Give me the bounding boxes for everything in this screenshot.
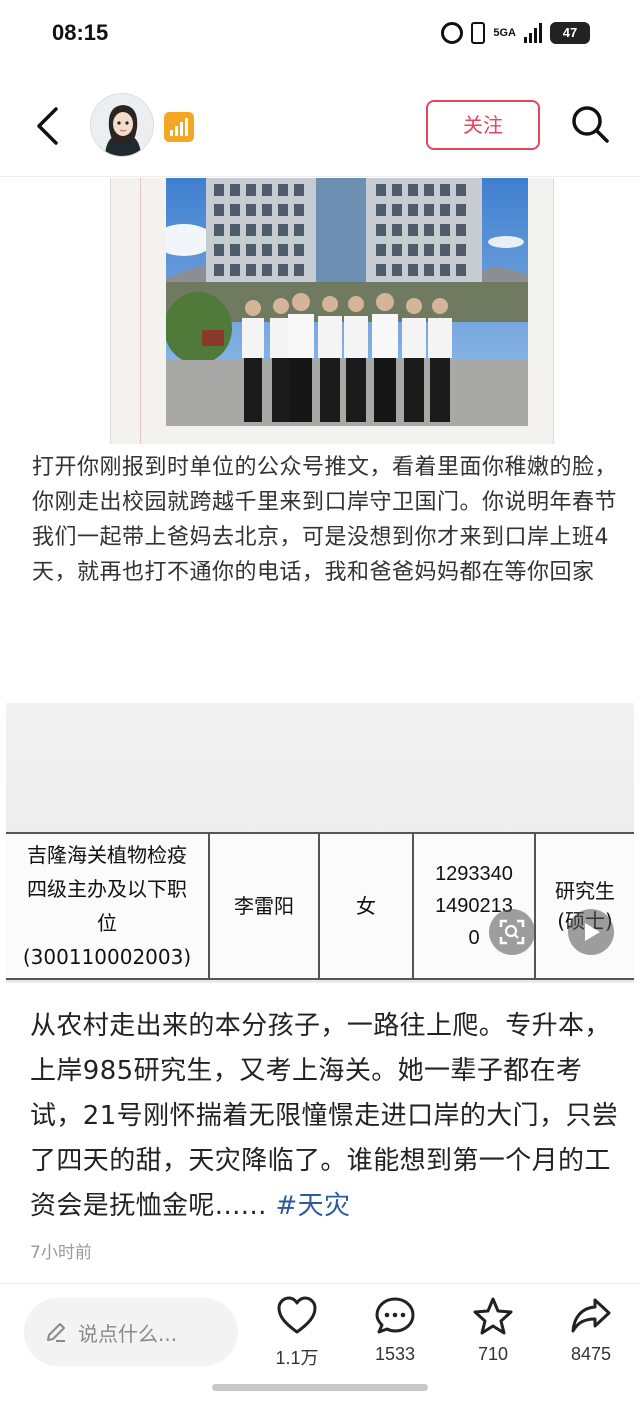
- comment-button[interactable]: 1533: [360, 1296, 430, 1365]
- status-time: 08:15: [52, 20, 109, 45]
- battery-icon: 47: [550, 22, 590, 44]
- home-indicator[interactable]: [212, 1384, 428, 1391]
- bottom-divider: [0, 1283, 640, 1284]
- education-line1: 研究生: [555, 879, 615, 903]
- position-code: (300110002003): [22, 945, 192, 969]
- table-row: 吉隆海关植物检疫 四级主办及以下职 位 (300110002003) 李雷阳 女…: [6, 832, 634, 980]
- gender-cell: 女: [320, 834, 414, 978]
- play-icon[interactable]: [568, 909, 614, 955]
- share-count: 8475: [570, 1344, 612, 1364]
- share-button[interactable]: 8475: [556, 1296, 626, 1365]
- heart-icon: [277, 1296, 317, 1334]
- post-paragraph-2: 从农村走出来的本分孩子，一路往上爬。专升本，上岸985研究生，又考上海关。她一辈…: [30, 1004, 626, 1229]
- comment-count: 1533: [374, 1344, 416, 1364]
- comment-icon: [375, 1297, 415, 1334]
- network-label: 5GA: [493, 27, 516, 39]
- favorite-count: 710: [477, 1344, 509, 1364]
- group-photo[interactable]: [166, 178, 528, 426]
- alarm-icon: [441, 22, 464, 44]
- level-badge-icon: [164, 112, 194, 142]
- status-bar: 08:15 5GA 47: [0, 0, 640, 70]
- hashtag-link[interactable]: #天灾: [275, 1191, 350, 1221]
- position-cell: 吉隆海关植物检疫 四级主办及以下职 位 (300110002003): [6, 834, 210, 978]
- comment-placeholder: 说点什么...: [78, 1321, 178, 1346]
- like-count: 1.1万: [275, 1348, 319, 1368]
- image-scan-icon[interactable]: [489, 909, 535, 955]
- comment-input[interactable]: 说点什么...: [24, 1298, 238, 1366]
- star-icon: [473, 1297, 513, 1335]
- position-line1: 吉隆海关植物检疫: [27, 843, 187, 867]
- status-icons: 5GA 47: [441, 22, 590, 44]
- post-paragraph-2-text: 从农村走出来的本分孩子，一路往上爬。专升本，上岸985研究生，又考上海关。她一辈…: [30, 1011, 619, 1221]
- education-cell: 研究生 (硕士): [536, 834, 634, 978]
- vibrate-icon: [471, 22, 486, 44]
- pencil-icon: [47, 1323, 65, 1342]
- share-icon: [571, 1298, 611, 1333]
- search-icon[interactable]: [568, 102, 612, 146]
- id-line1: 1293340: [435, 863, 513, 885]
- header-divider: [0, 176, 640, 177]
- page-margin-line: [140, 178, 141, 444]
- avatar[interactable]: [90, 93, 154, 157]
- signal-icon: [524, 23, 542, 43]
- post-header: 关注: [0, 80, 640, 176]
- favorite-button[interactable]: 710: [458, 1296, 528, 1365]
- back-icon[interactable]: [34, 106, 60, 146]
- post-paragraph-1: 打开你刚报到时单位的公众号推文，看着里面你稚嫩的脸，你刚走出校园就跨越千里来到口…: [32, 455, 618, 585]
- id-cell: 1293340 1490213 0: [414, 834, 536, 978]
- follow-button[interactable]: 关注: [426, 100, 540, 150]
- name-cell: 李雷阳: [210, 834, 320, 978]
- position-line2: 四级主办及以下职: [27, 877, 187, 901]
- position-line3: 位: [97, 911, 117, 935]
- like-button[interactable]: 1.1万: [262, 1296, 332, 1370]
- post-timestamp: 7小时前: [30, 1243, 92, 1263]
